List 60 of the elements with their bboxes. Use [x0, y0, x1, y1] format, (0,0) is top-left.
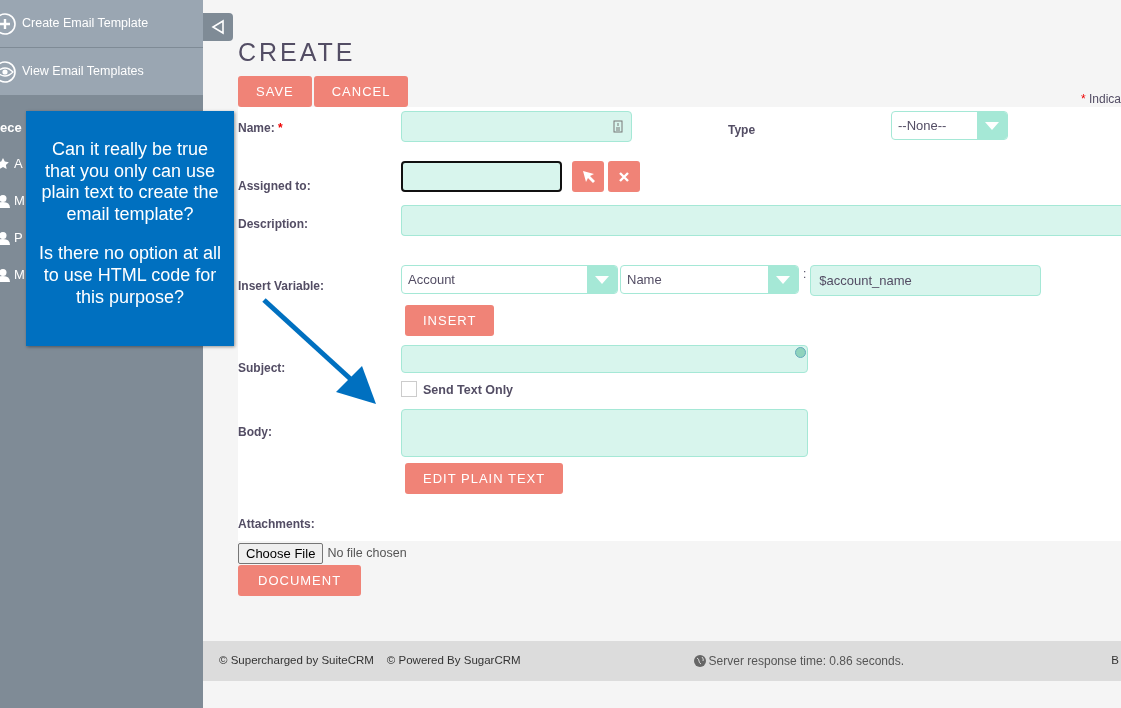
contact-card-icon — [613, 120, 623, 133]
subject-field[interactable] — [401, 345, 808, 373]
recent-item[interactable]: P — [0, 219, 25, 257]
field-label: Description: — [238, 216, 309, 233]
action-button[interactable]: CANCEL — [313, 76, 409, 107]
server-time: Server response time: 0.86 seconds. — [693, 652, 905, 670]
plus-icon — [0, 12, 16, 35]
field-label: Type — [728, 122, 757, 139]
user-icon — [0, 231, 10, 245]
description-field[interactable] — [401, 205, 1121, 236]
close-icon — [619, 171, 629, 182]
footer-credit: © Powered By SugarCRM — [386, 653, 521, 669]
variable-field[interactable]: $account_name — [810, 265, 1042, 296]
choose-file-button[interactable]: Choose File — [238, 543, 324, 564]
separator: : — [803, 266, 807, 283]
edit-plain-text-button[interactable]: EDIT PLAIN TEXT — [405, 463, 564, 494]
required-note: * Indica — [1080, 91, 1121, 108]
recent-heading: ece — [0, 119, 23, 137]
collapse-button[interactable] — [203, 13, 233, 41]
sidebar-action[interactable]: Create Email Template — [0, 0, 203, 48]
user-icon — [0, 194, 10, 208]
recent-item[interactable]: A — [0, 145, 25, 183]
file-status: No file chosen — [327, 545, 407, 563]
field-label: Name: * — [238, 120, 284, 137]
user-icon — [0, 268, 10, 282]
clear-button[interactable] — [608, 161, 640, 192]
cursor-icon — [581, 170, 595, 183]
callout-text: Can it really be true that you only can use plain text to create the email template? — [40, 139, 220, 226]
action-button[interactable]: SAVE — [238, 76, 312, 107]
insert-button[interactable]: INSERT — [405, 305, 495, 336]
footer-credit: © Supercharged by SuiteCRM — [219, 653, 374, 669]
checkbox-label: Send Text Only — [423, 382, 514, 399]
type-select[interactable]: --None-- — [891, 111, 1008, 140]
caret-icon — [595, 275, 609, 284]
callout-text: Is there no option at all to use HTML code for this purpose? — [37, 243, 223, 309]
globe-icon — [693, 655, 706, 667]
footer-text: B — [1111, 653, 1119, 669]
assigned-to-field[interactable] — [401, 161, 562, 192]
eye-icon — [0, 60, 16, 83]
caret-icon — [985, 121, 999, 130]
status-dot — [795, 347, 806, 358]
field-select[interactable]: Name — [620, 265, 799, 294]
caret-icon — [776, 275, 790, 284]
field-label: Body: — [238, 424, 273, 441]
body-field[interactable] — [401, 409, 808, 457]
field-label: Insert Variable: — [238, 278, 326, 295]
field-label: Attachments: — [238, 516, 316, 533]
module-select[interactable]: Account — [401, 265, 618, 294]
page-title: CREATE — [238, 40, 357, 65]
name-field[interactable] — [401, 111, 632, 142]
recent-item[interactable]: M — [0, 256, 25, 294]
star-icon — [0, 157, 10, 171]
field-label: Subject: — [238, 360, 287, 377]
sidebar-action[interactable]: View Email Templates — [0, 48, 203, 96]
checkbox[interactable] — [401, 381, 417, 397]
select-button[interactable] — [572, 161, 604, 192]
document-button[interactable]: DOCUMENT — [238, 565, 362, 596]
field-label: Assigned to: — [238, 178, 312, 195]
triangle-icon — [211, 19, 225, 35]
recent-item[interactable]: M — [0, 182, 25, 220]
